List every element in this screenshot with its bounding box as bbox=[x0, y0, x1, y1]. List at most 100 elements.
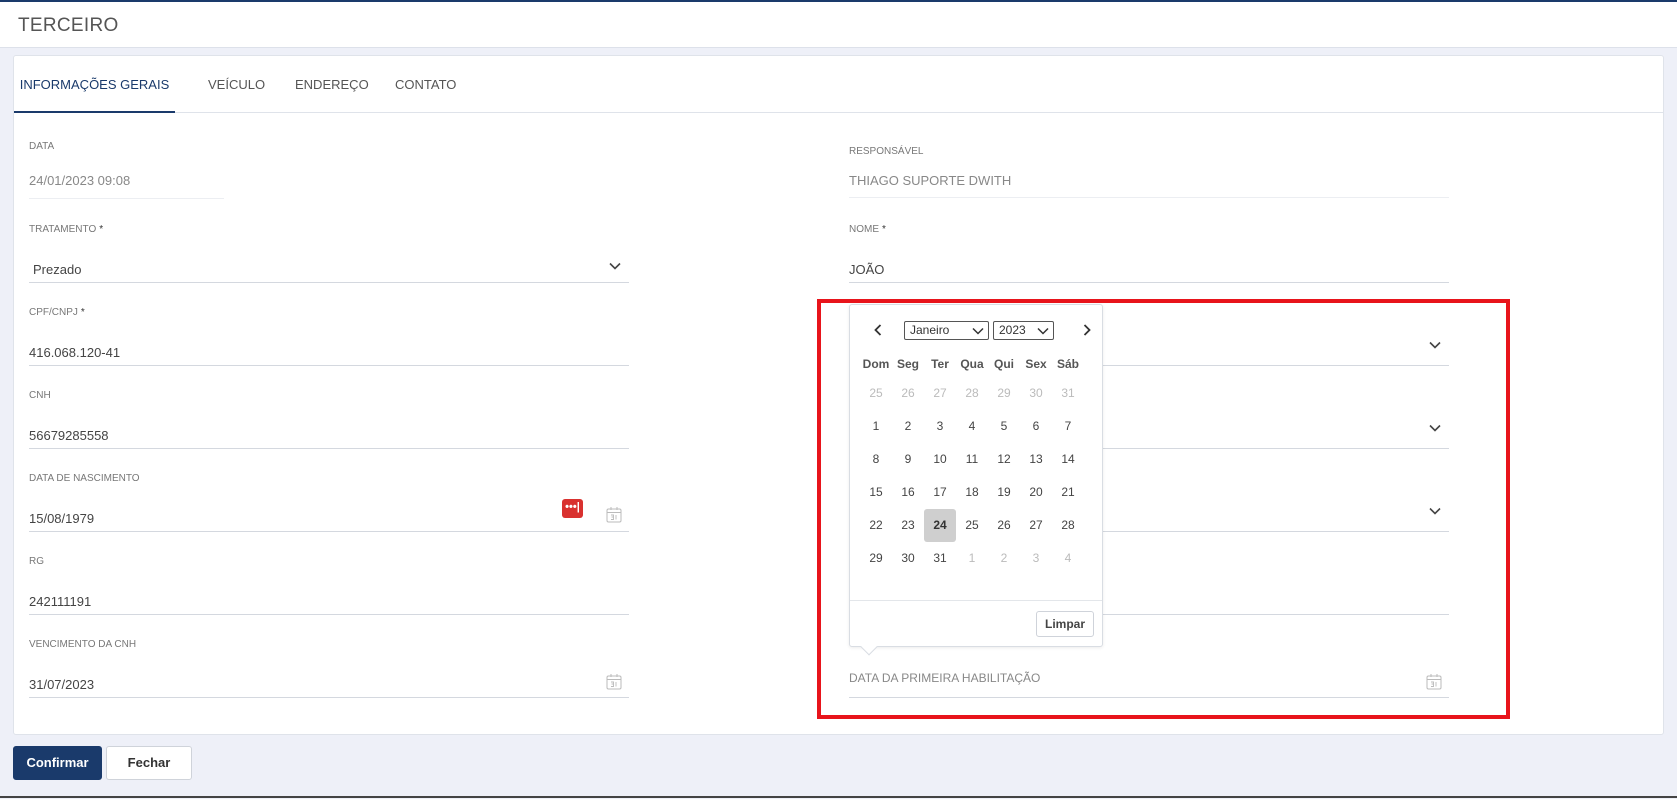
next-month-icon[interactable] bbox=[1079, 322, 1095, 338]
calendar-day-outside-month[interactable]: 30 bbox=[1020, 377, 1052, 410]
clear-button[interactable]: Limpar bbox=[1036, 611, 1094, 637]
calendar-day[interactable]: 29 bbox=[860, 542, 892, 575]
calendar-day-outside-month[interactable]: 4 bbox=[1052, 542, 1084, 575]
calendar-day[interactable]: 20 bbox=[1020, 476, 1052, 509]
weekday-label: Qua bbox=[960, 357, 984, 371]
calendar-day-outside-month[interactable]: 25 bbox=[860, 377, 892, 410]
calendar-day[interactable]: 12 bbox=[988, 443, 1020, 476]
rg-label: RG bbox=[29, 556, 44, 567]
calendar-day[interactable]: 10 bbox=[924, 443, 956, 476]
calendar-day[interactable]: 15 bbox=[860, 476, 892, 509]
calendar-day[interactable]: 3 bbox=[924, 410, 956, 443]
weekday-label: Sáb bbox=[1056, 357, 1079, 371]
calendar-day[interactable]: 4 bbox=[956, 410, 988, 443]
tab-endereco[interactable]: ENDEREÇO bbox=[275, 56, 389, 113]
calendar-day-outside-month[interactable]: 1 bbox=[956, 542, 988, 575]
cpf-input[interactable]: 416.068.120-41 bbox=[29, 345, 120, 360]
calendar-icon[interactable] bbox=[606, 673, 622, 690]
calendar-day[interactable]: 25 bbox=[956, 509, 988, 542]
calendar-day[interactable]: 16 bbox=[892, 476, 924, 509]
calendar-day[interactable]: 26 bbox=[988, 509, 1020, 542]
calendar-day[interactable]: 19 bbox=[988, 476, 1020, 509]
calendar-day-outside-month[interactable]: 28 bbox=[956, 377, 988, 410]
calendar-day[interactable]: 21 bbox=[1052, 476, 1084, 509]
responsavel-label: RESPONSÁVEL bbox=[849, 146, 924, 157]
cnh-label: CNH bbox=[29, 390, 51, 401]
chevron-down-icon[interactable] bbox=[1427, 337, 1443, 353]
month-select-value: Janeiro bbox=[910, 323, 950, 337]
required-mark: * bbox=[882, 224, 886, 235]
primeira-habilitacao-input[interactable]: DATA DA PRIMEIRA HABILITAÇÃO bbox=[849, 671, 1040, 685]
calendar-day[interactable]: 1 bbox=[860, 410, 892, 443]
calendar-day[interactable]: 23 bbox=[892, 509, 924, 542]
calendar-day[interactable]: 22 bbox=[860, 509, 892, 542]
calendar-day[interactable]: 18 bbox=[956, 476, 988, 509]
field-data-nascimento[interactable]: DATA DE NASCIMENTO 15/08/1979 •••| bbox=[29, 473, 629, 533]
prev-month-icon[interactable] bbox=[870, 322, 886, 338]
password-manager-icon[interactable]: •••| bbox=[562, 499, 583, 518]
field-rg[interactable]: RG 242111191 bbox=[29, 556, 629, 616]
calendar-day[interactable]: 9 bbox=[892, 443, 924, 476]
nome-label: NOME bbox=[849, 224, 879, 235]
calendar-day[interactable]: 6 bbox=[1020, 410, 1052, 443]
field-cpf-cnpj[interactable]: CPF/CNPJ * 416.068.120-41 bbox=[29, 307, 629, 367]
data-value: 24/01/2023 09:08 bbox=[29, 173, 131, 188]
weekday-label: Ter bbox=[931, 357, 949, 371]
datepicker-popup: Janeiro 2023 Dom Seg Ter Qua Qui Sex Sáb 25 26 2… bbox=[849, 304, 1103, 656]
year-select-value: 2023 bbox=[999, 323, 1026, 337]
form-card: INFORMAÇÕES GERAIS VEÍCULO ENDEREÇO CONT… bbox=[13, 55, 1664, 735]
calendar-day[interactable]: 11 bbox=[956, 443, 988, 476]
calendar-day[interactable]: 17 bbox=[924, 476, 956, 509]
field-cnh[interactable]: CNH 56679285558 bbox=[29, 390, 629, 450]
calendar-day[interactable]: 7 bbox=[1052, 410, 1084, 443]
rg-input[interactable]: 242111191 bbox=[29, 594, 91, 609]
confirm-button[interactable]: Confirmar bbox=[13, 746, 102, 780]
nome-input[interactable]: JOÃO bbox=[849, 262, 884, 277]
calendar-day[interactable]: 5 bbox=[988, 410, 1020, 443]
calendar-icon[interactable] bbox=[606, 506, 622, 523]
tab-contato[interactable]: CONTATO bbox=[375, 56, 476, 113]
data-label: DATA bbox=[29, 141, 55, 152]
calendar-day-outside-month[interactable]: 3 bbox=[1020, 542, 1052, 575]
weekday-label: Sex bbox=[1025, 357, 1047, 371]
tratamento-label: TRATAMENTO bbox=[29, 224, 97, 235]
calendar-day[interactable]: 8 bbox=[860, 443, 892, 476]
calendar-day[interactable]: 14 bbox=[1052, 443, 1084, 476]
weekday-label: Qui bbox=[994, 357, 1014, 371]
year-select[interactable]: 2023 bbox=[993, 321, 1054, 340]
chevron-down-icon[interactable] bbox=[607, 258, 623, 274]
close-button[interactable]: Fechar bbox=[106, 746, 192, 780]
tratamento-select-value[interactable]: Prezado bbox=[33, 262, 81, 277]
field-nome[interactable]: NOME * JOÃO bbox=[849, 224, 1449, 284]
nascimento-input[interactable]: 15/08/1979 bbox=[29, 511, 94, 526]
field-data: DATA 24/01/2023 09:08 bbox=[29, 141, 224, 201]
calendar-day[interactable]: 27 bbox=[1020, 509, 1052, 542]
calendar-day-outside-month[interactable]: 26 bbox=[892, 377, 924, 410]
calendar-day[interactable]: 2 bbox=[892, 410, 924, 443]
field-data-primeira-habilitacao[interactable]: DATA DA PRIMEIRA HABILITAÇÃO bbox=[849, 639, 1449, 699]
calendar-icon[interactable] bbox=[1426, 673, 1442, 690]
calendar-day[interactable]: 13 bbox=[1020, 443, 1052, 476]
calendar-day-outside-month[interactable]: 2 bbox=[988, 542, 1020, 575]
calendar-day[interactable]: 28 bbox=[1052, 509, 1084, 542]
field-responsavel: RESPONSÁVEL THIAGO SUPORTE DWITH bbox=[849, 146, 1449, 206]
calendar-day[interactable]: 24 bbox=[924, 509, 956, 542]
field-tratamento[interactable]: TRATAMENTO * Prezado bbox=[29, 224, 629, 284]
required-mark: * bbox=[80, 307, 85, 318]
weekday-label: Seg bbox=[896, 357, 919, 371]
tab-veiculo[interactable]: VEÍCULO bbox=[188, 56, 285, 113]
nascimento-label: DATA DE NASCIMENTO bbox=[29, 473, 140, 484]
calendar-day-outside-month[interactable]: 29 bbox=[988, 377, 1020, 410]
calendar-day-outside-month[interactable]: 31 bbox=[1052, 377, 1084, 410]
chevron-down-icon[interactable] bbox=[1427, 503, 1443, 519]
vencimento-input[interactable]: 31/07/2023 bbox=[29, 677, 94, 692]
cnh-input[interactable]: 56679285558 bbox=[29, 428, 109, 443]
calendar-day[interactable]: 30 bbox=[892, 542, 924, 575]
field-vencimento-cnh[interactable]: VENCIMENTO DA CNH 31/07/2023 bbox=[29, 639, 629, 699]
calendar-day[interactable]: 31 bbox=[924, 542, 956, 575]
chevron-down-icon[interactable] bbox=[1427, 420, 1443, 436]
month-select[interactable]: Janeiro bbox=[904, 321, 989, 340]
calendar-day-outside-month[interactable]: 27 bbox=[924, 377, 956, 410]
required-mark: * bbox=[99, 224, 104, 235]
tab-informacoes-gerais[interactable]: INFORMAÇÕES GERAIS bbox=[14, 56, 175, 113]
